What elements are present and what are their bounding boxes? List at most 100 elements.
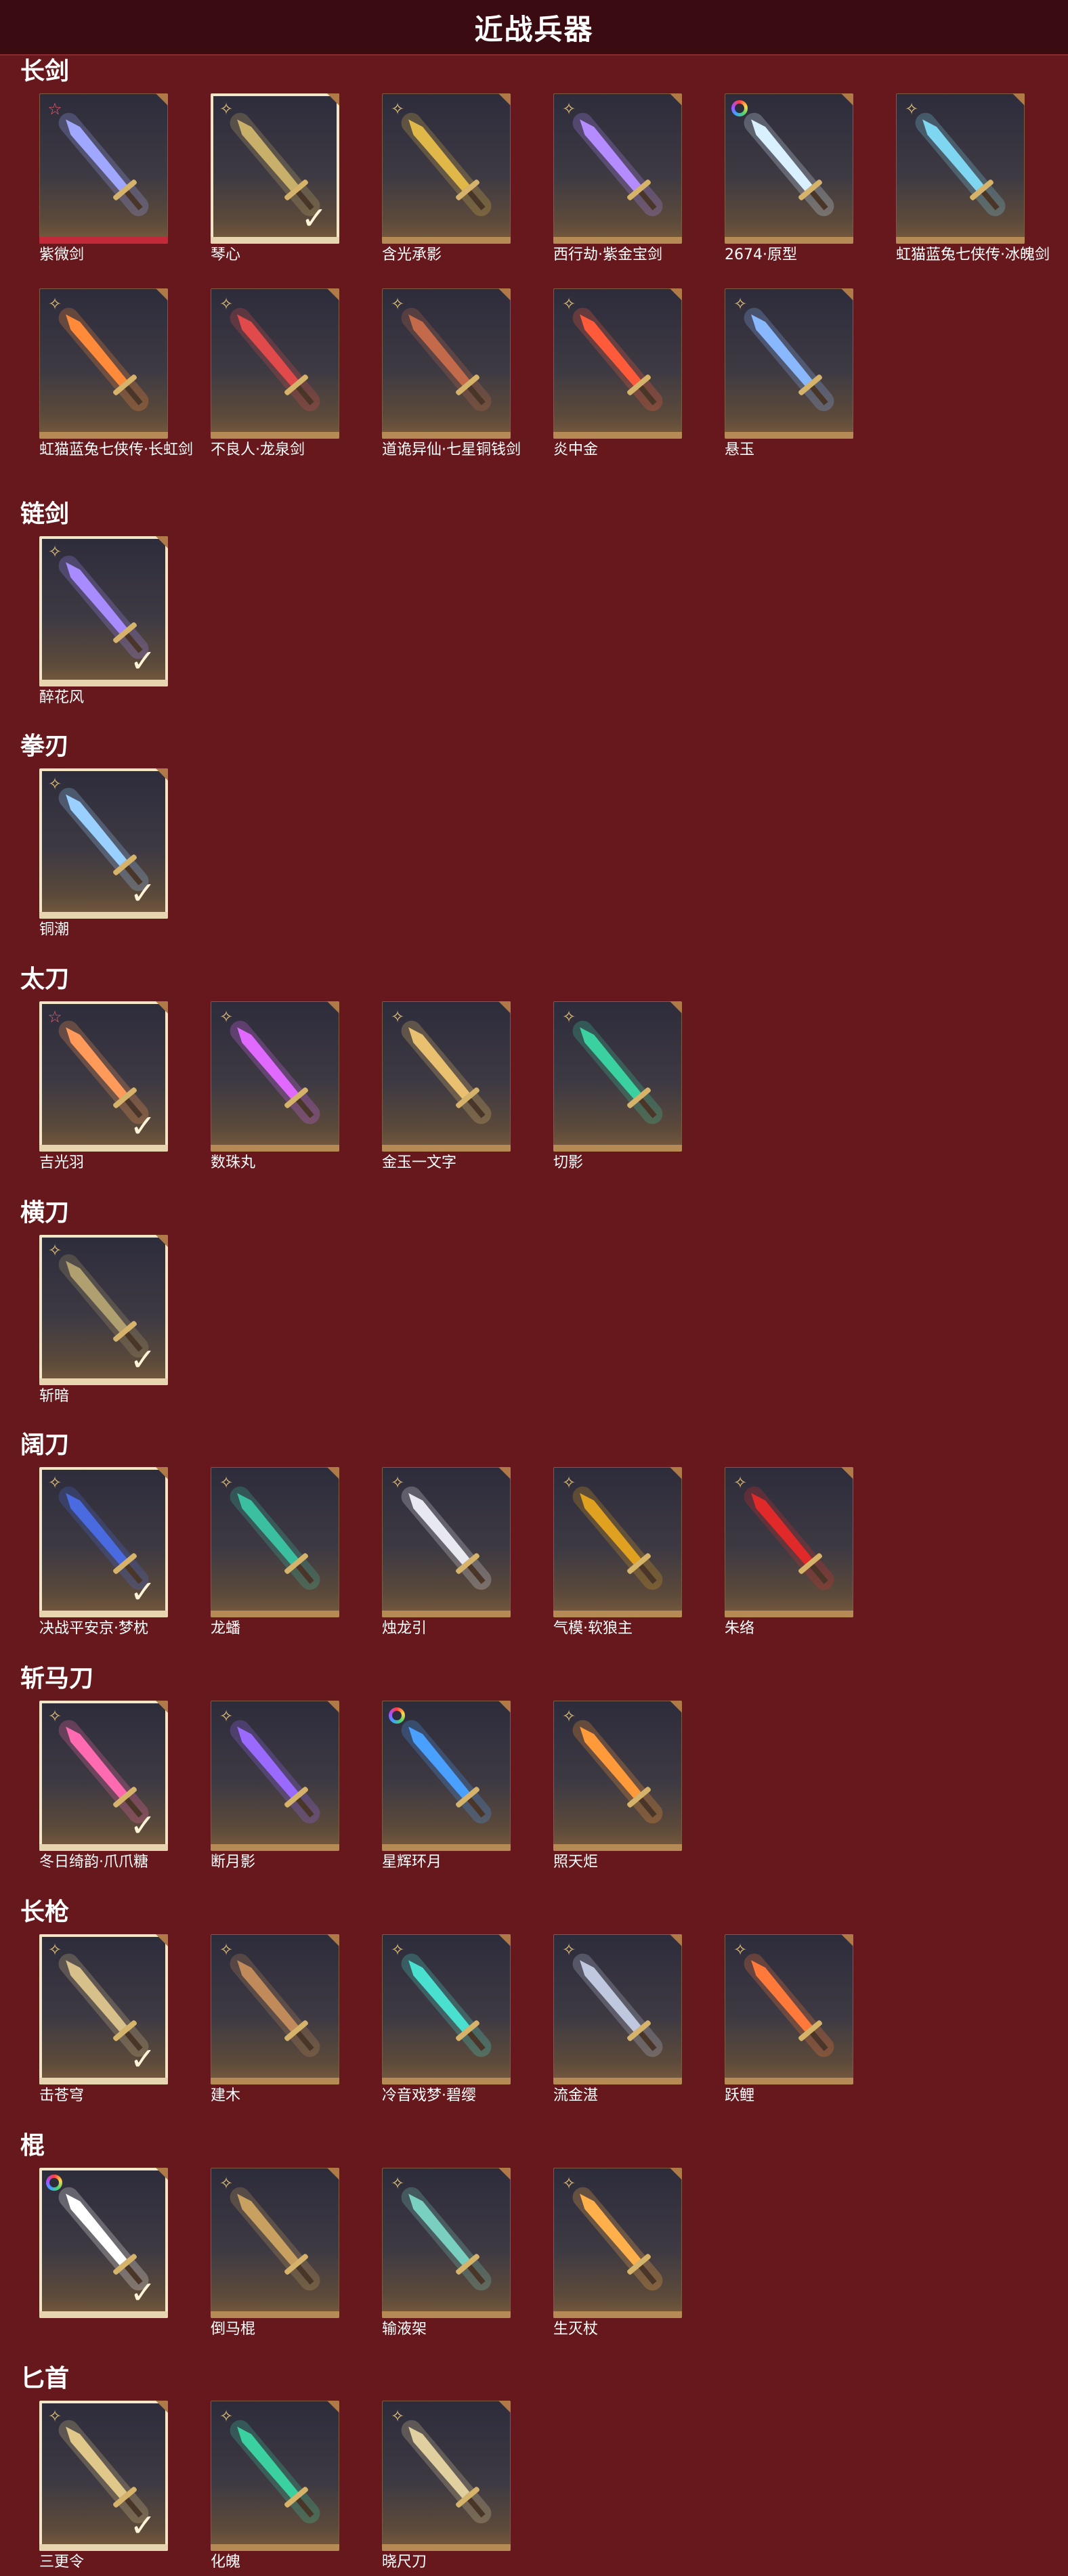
gold-star-icon: ✧ (47, 2407, 62, 2426)
weapon-card[interactable]: ☆ ✓ 吉光羽 (39, 1001, 168, 1171)
gold-star-icon: ✧ (561, 2174, 576, 2193)
page-header: 近战兵器 (0, 0, 1068, 56)
weapon-card[interactable]: ✧ 建木 (211, 1934, 339, 2104)
weapon-card[interactable]: ✧ 金玉一文字 (382, 1001, 511, 1171)
weapon-frame: ✧ (553, 288, 682, 439)
weapon-image (401, 1720, 492, 1824)
gold-star-icon: ✧ (733, 1473, 748, 1492)
weapon-card[interactable]: ✧ ✓ 琴心 (211, 93, 339, 263)
weapon-card[interactable]: ✧ 含光承影 (382, 93, 511, 263)
gold-star-icon: ✧ (47, 542, 62, 561)
corner-tab (841, 1934, 853, 1946)
weapon-grid: ✧ ✓ 斩暗 (39, 1235, 1025, 1405)
corner-tab (498, 1701, 511, 1713)
weapon-name: 醉花风 (39, 689, 85, 706)
weapon-grid: ☆ ✓ 吉光羽 ✧ 数珠丸 ✧ 金玉一文字 ✧ 切影 (39, 1001, 1025, 1171)
weapon-card[interactable]: ✧ 道诡异仙·七星铜钱剑 (382, 288, 521, 458)
weapon-card[interactable]: ✧ 倒马棍 (211, 2168, 339, 2338)
gold-star-icon: ✧ (47, 294, 62, 313)
weapon-frame: ✧ (725, 1934, 853, 2084)
weapon-card[interactable]: ✧ ✓ 斩暗 (39, 1235, 168, 1405)
weapon-card[interactable]: ✧ 西行劫·紫金宝剑 (553, 93, 682, 263)
corner-tab (498, 1467, 511, 1479)
weapon-grid: ✧ ✓ 击苍穹 ✧ 建木 ✧ 冷音戏梦·碧缨 ✧ 流金湛 ✧ 跃鲤 (39, 1934, 1025, 2104)
weapon-name: 吉光羽 (39, 1154, 85, 1171)
corner-tab (498, 1934, 511, 1946)
weapon-name: 虹猫蓝兔七侠传·冰魄剑 (896, 246, 1050, 263)
weapon-card[interactable]: ✧ 跃鲤 (725, 1934, 853, 2104)
checkmark-icon: ✓ (129, 2274, 156, 2311)
weapon-card[interactable]: ✧ 切影 (553, 1001, 682, 1171)
weapon-frame: ✧ ✓ (211, 93, 339, 244)
weapon-card[interactable]: ✧ ✓ 冬日绮韵·爪爪糖 (39, 1701, 168, 1871)
corner-tab (841, 288, 853, 301)
weapon-card[interactable]: ✓ (39, 2168, 168, 2332)
corner-tab (1012, 93, 1025, 106)
weapon-name: 断月影 (211, 1854, 256, 1871)
gold-star-icon: ✧ (561, 100, 576, 118)
weapon-card[interactable]: ☆ 紫微剑 (39, 93, 168, 263)
category-title: 横刀 (20, 1199, 70, 1227)
weapon-card[interactable]: ✧ 气模·软狼主 (553, 1467, 682, 1637)
weapon-grid: ✧ ✓ 冬日绮韵·爪爪糖 ✧ 断月影 星辉环月 ✧ 照天炬 (39, 1701, 1025, 1871)
weapon-frame: ✓ (39, 2168, 168, 2318)
weapon-card[interactable]: ✧ 断月影 (211, 1701, 339, 1871)
corner-tab (156, 1934, 168, 1946)
weapon-card[interactable]: ✧ 输液架 (382, 2168, 511, 2338)
weapon-card[interactable]: ✧ 烛龙引 (382, 1467, 511, 1637)
weapon-frame: ✧ ✓ (39, 1235, 168, 1385)
weapon-card[interactable]: ✧ 晓尺刀 (382, 2401, 511, 2571)
weapon-card[interactable]: ✧ 不良人·龙泉剑 (211, 288, 339, 458)
weapon-card[interactable]: ✧ 龙蟠 (211, 1467, 339, 1637)
weapon-name: 道诡异仙·七星铜钱剑 (382, 441, 521, 458)
checkmark-icon: ✓ (129, 875, 156, 911)
weapon-frame: ✧ ✓ (39, 536, 168, 686)
weapon-frame: ✧ (382, 93, 511, 244)
category-title: 阔刀 (20, 1431, 70, 1459)
weapon-name: 倒马棍 (211, 2321, 256, 2338)
category-title: 拳刃 (20, 733, 70, 760)
corner-tab (156, 1701, 168, 1713)
weapon-frame: ✧ (553, 93, 682, 244)
weapon-name: 不良人·龙泉剑 (211, 441, 305, 458)
checkmark-icon: ✓ (129, 1573, 156, 1610)
weapon-frame: ✧ (553, 1701, 682, 1851)
weapon-frame: ✧ (382, 1001, 511, 1152)
corner-tab (327, 1467, 339, 1479)
weapon-card[interactable]: ✧ ✓ 三更令 (39, 2401, 168, 2571)
weapon-card[interactable]: ✧ 朱络 (725, 1467, 853, 1637)
weapon-card[interactable]: 星辉环月 (382, 1701, 511, 1871)
weapon-card[interactable]: ✧ 化魄 (211, 2401, 339, 2571)
gold-star-icon: ✧ (390, 1007, 405, 1026)
weapon-card[interactable]: ✧ ✓ 击苍穹 (39, 1934, 168, 2104)
gold-star-icon: ✧ (219, 1940, 234, 1959)
weapon-name: 2674·原型 (725, 246, 797, 263)
weapon-card[interactable]: ✧ 虹猫蓝兔七侠传·冰魄剑 (896, 93, 1050, 263)
category-title: 匕首 (20, 2365, 70, 2393)
weapon-card[interactable]: ✧ ✓ 铜潮 (39, 768, 168, 938)
weapon-frame: ☆ (39, 93, 168, 244)
weapon-image (744, 112, 834, 217)
gold-star-icon: ✧ (219, 1473, 234, 1492)
weapon-frame (382, 1701, 511, 1851)
weapon-name: 生灭杖 (553, 2321, 599, 2338)
category-title: 斩马刀 (20, 1665, 94, 1693)
weapon-card[interactable]: ✧ ✓ 醉花风 (39, 536, 168, 706)
weapon-card[interactable]: ✧ 数珠丸 (211, 1001, 339, 1171)
weapon-name: 冷音戏梦·碧缨 (382, 2087, 476, 2104)
weapon-card[interactable]: ✧ ✓ 决战平安京·梦枕 (39, 1467, 168, 1637)
corner-tab (327, 93, 339, 106)
weapon-card[interactable]: ✧ 照天炬 (553, 1701, 682, 1871)
corner-tab (670, 1001, 682, 1013)
rainbow-ring-icon (389, 1707, 405, 1724)
weapon-card[interactable]: ✧ 生灭杖 (553, 2168, 682, 2338)
corner-tab (156, 288, 168, 301)
weapon-card[interactable]: ✧ 冷音戏梦·碧缨 (382, 1934, 511, 2104)
weapon-card[interactable]: ✧ 流金湛 (553, 1934, 682, 2104)
weapon-card[interactable]: 2674·原型 (725, 93, 853, 263)
weapon-name: 冬日绮韵·爪爪糖 (39, 1854, 148, 1871)
weapon-card[interactable]: ✧ 悬玉 (725, 288, 853, 458)
checkmark-icon: ✓ (129, 2040, 156, 2077)
weapon-card[interactable]: ✧ 炎中金 (553, 288, 682, 458)
weapon-card[interactable]: ✧ 虹猫蓝兔七侠传·长虹剑 (39, 288, 193, 458)
